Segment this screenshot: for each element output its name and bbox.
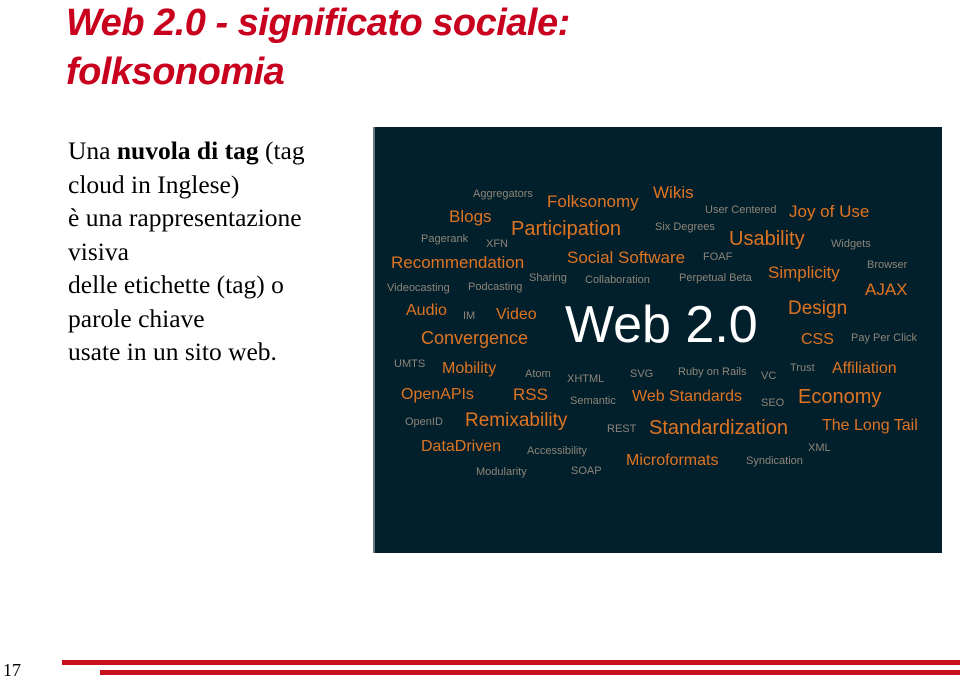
footer-rule-top <box>62 660 960 665</box>
tag-cloud-word: DataDriven <box>421 438 502 455</box>
tag-cloud-word: Atom <box>525 368 551 380</box>
tag-cloud-word: SVG <box>630 368 654 380</box>
tag-cloud-word: The Long Tail <box>822 417 918 434</box>
tag-cloud-word: Trust <box>790 362 815 374</box>
tag-cloud-word: SEO <box>761 397 785 409</box>
tag-cloud-word: Semantic <box>570 395 616 407</box>
body-line-7: usate in un sito web. <box>68 337 277 366</box>
tag-cloud-word: VC <box>761 370 777 382</box>
tag-cloud-word: Blogs <box>449 207 492 226</box>
tag-cloud-word: Collaboration <box>585 274 650 286</box>
body-intro: Una <box>68 136 117 165</box>
slide-body-text: Una nuvola di tag (tag cloud in Inglese)… <box>68 134 368 369</box>
body-line-3: è una rappresentazione <box>68 203 302 232</box>
tag-cloud-word: Videocasting <box>387 282 450 294</box>
body-bold-term: nuvola di tag <box>116 136 259 165</box>
body-line-6: parole chiave <box>68 303 205 333</box>
tag-cloud-word: Economy <box>798 386 882 408</box>
tag-cloud-word: Simplicity <box>768 263 840 282</box>
tag-cloud-word: Syndication <box>746 455 803 467</box>
tag-cloud-word: Web Standards <box>632 388 742 405</box>
tag-cloud-word: Microformats <box>626 452 719 469</box>
tag-cloud-word: Podcasting <box>468 281 523 293</box>
tag-cloud-word: XML <box>808 442 831 454</box>
body-line-5: delle etichette (tag) o <box>68 270 284 299</box>
tag-cloud-word: SOAP <box>571 465 602 477</box>
body-line-4: visiva <box>68 236 129 266</box>
tag-cloud-word: Pagerank <box>421 233 469 245</box>
tag-cloud-word: Social Software <box>567 248 686 267</box>
tag-cloud-word: Browser <box>867 259 908 271</box>
tag-cloud-word: Standardization <box>649 417 788 439</box>
tag-cloud-word: Folksonomy <box>547 192 639 211</box>
tag-cloud-word: Sharing <box>529 272 567 284</box>
tag-cloud-word: Aggregators <box>473 188 533 200</box>
tag-cloud-word: Audio <box>406 302 447 319</box>
tag-cloud-word: CSS <box>801 331 834 348</box>
tag-cloud-word: XFN <box>486 238 508 250</box>
tag-cloud-word: OpenID <box>405 416 443 428</box>
tag-cloud-word: Joy of Use <box>789 202 870 221</box>
tag-cloud-word: Pay Per Click <box>851 332 918 344</box>
tag-cloud-word: Recommendation <box>391 253 525 272</box>
tag-cloud-word: Video <box>496 306 537 323</box>
tag-cloud-word: RSS <box>513 385 548 404</box>
tag-cloud-center: Web 2.0 <box>565 296 758 354</box>
body-line-2: cloud in Inglese) <box>68 169 240 199</box>
body-rest: (tag <box>258 136 305 165</box>
footer-rule-bottom <box>100 670 960 675</box>
slide-title-line-1: Web 2.0 - significato sociale: <box>66 2 570 44</box>
tag-cloud-word: Modularity <box>476 466 527 478</box>
tag-cloud-word: Remixability <box>465 410 568 431</box>
tag-cloud-word: Participation <box>511 218 622 240</box>
tag-cloud-word: Six Degrees <box>655 221 715 233</box>
slide-title-line-2: folksonomia <box>66 51 285 93</box>
tag-cloud-word: Convergence <box>421 328 529 348</box>
tag-cloud-word: FOAF <box>703 251 733 263</box>
tag-cloud-word: AJAX <box>865 280 908 299</box>
tag-cloud-word: Design <box>788 298 848 319</box>
tag-cloud-word: OpenAPIs <box>401 386 474 403</box>
tag-cloud-word: Widgets <box>831 238 871 250</box>
tag-cloud-word: Usability <box>729 228 805 250</box>
tag-cloud-word: Ruby on Rails <box>678 366 747 378</box>
tag-cloud-word: IM <box>463 310 476 322</box>
tag-cloud-word: Perpetual Beta <box>679 272 752 284</box>
tag-cloud-word: Accessibility <box>527 445 587 457</box>
tag-cloud-word: REST <box>607 423 637 435</box>
tag-cloud-word: Wikis <box>653 183 694 202</box>
tag-cloud-word: Mobility <box>442 360 497 377</box>
body-line-1: Una nuvola di tag (tag <box>68 134 368 168</box>
tag-cloud-image: Web 2.0 Aggregators Folksonomy Wikis Blogs P… <box>373 127 942 553</box>
page-number: 17 <box>3 660 21 680</box>
tag-cloud-word: User Centered <box>705 204 777 216</box>
tag-cloud-word: XHTML <box>567 373 605 385</box>
tag-cloud-word: UMTS <box>394 358 426 370</box>
tag-cloud-word: Affiliation <box>832 360 897 377</box>
